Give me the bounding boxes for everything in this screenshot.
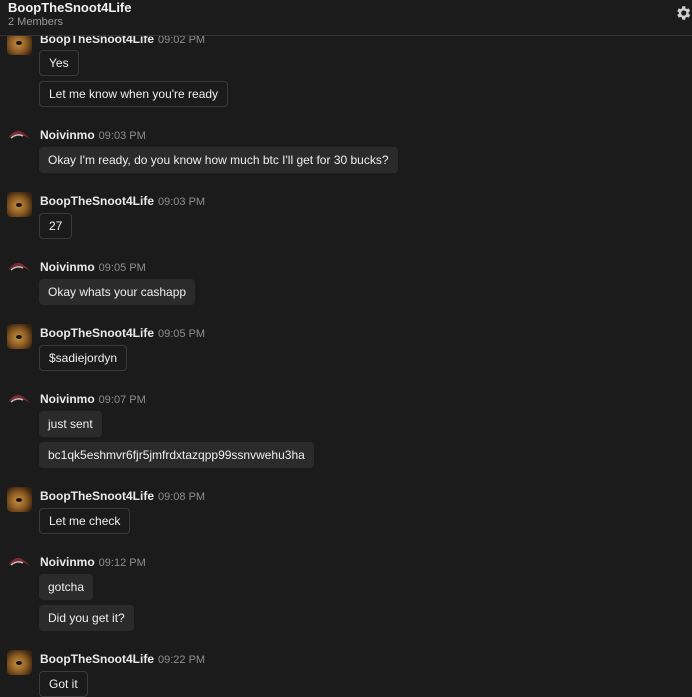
username[interactable]: BoopTheSnoot4Life bbox=[40, 326, 154, 340]
message-list[interactable]: BoopTheSnoot4Life 09:02 PM Yes Let me kno… bbox=[0, 0, 692, 697]
avatar-image bbox=[8, 394, 31, 404]
message-meta: Noivinmo 09:12 PM bbox=[40, 553, 146, 569]
gear-icon[interactable] bbox=[674, 4, 692, 22]
username[interactable]: Noivinmo bbox=[40, 260, 95, 274]
message-bubble[interactable]: Let me know when you're ready bbox=[39, 81, 229, 107]
timestamp: 09:05 PM bbox=[98, 262, 146, 274]
timestamp: 09:05 PM bbox=[158, 328, 206, 340]
message-meta: Noivinmo 09:03 PM bbox=[40, 126, 146, 142]
avatar-image bbox=[8, 130, 31, 140]
avatar[interactable] bbox=[7, 192, 32, 217]
avatar[interactable] bbox=[7, 553, 32, 578]
message-meta: BoopTheSnoot4Life 09:22 PM bbox=[40, 650, 205, 666]
timestamp: 09:03 PM bbox=[98, 130, 146, 142]
timestamp: 09:08 PM bbox=[158, 491, 206, 503]
message-bubble[interactable]: gotcha bbox=[39, 574, 94, 600]
message-meta: BoopTheSnoot4Life 09:03 PM bbox=[40, 192, 205, 208]
avatar[interactable] bbox=[7, 126, 32, 151]
message-meta: Noivinmo 09:05 PM bbox=[40, 258, 146, 274]
username[interactable]: Noivinmo bbox=[40, 128, 95, 142]
avatar[interactable] bbox=[7, 258, 32, 283]
username[interactable]: Noivinmo bbox=[40, 392, 95, 406]
username[interactable]: BoopTheSnoot4Life bbox=[40, 489, 154, 503]
avatar[interactable] bbox=[7, 487, 32, 512]
message-meta: Noivinmo 09:07 PM bbox=[40, 390, 146, 406]
chat-header: BoopTheSnoot4Life 2 Members bbox=[0, 0, 692, 36]
message-bubble[interactable]: Let me check bbox=[39, 508, 131, 534]
chat-title[interactable]: BoopTheSnoot4Life bbox=[8, 0, 132, 16]
avatar-image bbox=[8, 262, 31, 272]
username[interactable]: Noivinmo bbox=[40, 555, 95, 569]
message-bubble[interactable]: Got it bbox=[39, 671, 88, 697]
message-bubble[interactable]: Yes bbox=[39, 50, 79, 76]
timestamp: 09:22 PM bbox=[158, 654, 206, 666]
message-bubble[interactable]: Okay whats your cashapp bbox=[39, 279, 196, 305]
username[interactable]: BoopTheSnoot4Life bbox=[40, 194, 154, 208]
message-meta: BoopTheSnoot4Life 09:05 PM bbox=[40, 324, 205, 340]
timestamp: 09:03 PM bbox=[158, 196, 206, 208]
message-bubble[interactable]: bc1qk5eshmvr6fjr5jmfrdxtazqpp99ssnvwehu3… bbox=[39, 442, 314, 468]
avatar[interactable] bbox=[7, 390, 32, 415]
message-bubble[interactable]: 27 bbox=[39, 213, 73, 239]
username[interactable]: BoopTheSnoot4Life bbox=[40, 652, 154, 666]
avatar[interactable] bbox=[7, 324, 32, 349]
message-bubble[interactable]: just sent bbox=[39, 411, 102, 437]
avatar-image bbox=[8, 557, 31, 567]
message-bubble[interactable]: Did you get it? bbox=[39, 605, 134, 631]
message-bubble[interactable]: Okay I'm ready, do you know how much btc… bbox=[39, 147, 398, 173]
message-bubble[interactable]: $sadiejordyn bbox=[39, 345, 128, 371]
timestamp: 09:12 PM bbox=[98, 557, 146, 569]
avatar[interactable] bbox=[7, 650, 32, 675]
timestamp: 09:07 PM bbox=[98, 394, 146, 406]
message-meta: BoopTheSnoot4Life 09:08 PM bbox=[40, 487, 205, 503]
member-count[interactable]: 2 Members bbox=[8, 15, 63, 29]
